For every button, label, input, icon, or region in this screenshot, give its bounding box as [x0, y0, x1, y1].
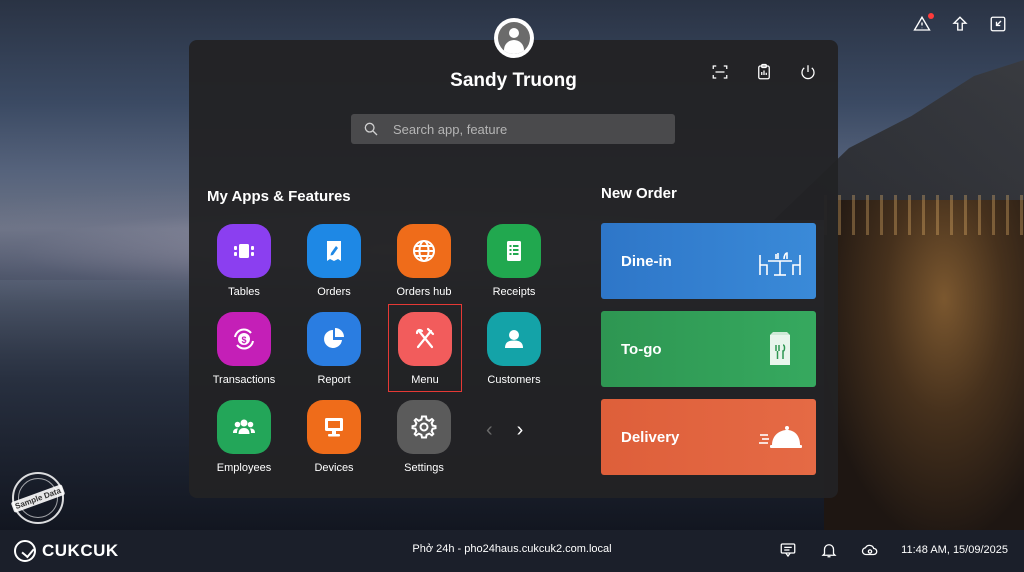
search-icon: [364, 122, 378, 136]
dine-in-icon: [759, 252, 801, 276]
new-order-title: New Order: [601, 185, 677, 202]
app-receipts[interactable]: Receipts: [469, 224, 559, 304]
delivery-button[interactable]: Delivery: [601, 399, 816, 475]
chevron-right-icon[interactable]: ›: [517, 420, 524, 440]
warning-icon[interactable]: [912, 13, 934, 34]
app-label: Transactions: [212, 374, 276, 386]
search-input[interactable]: [393, 121, 663, 137]
gear-icon: [397, 400, 451, 454]
app-employees[interactable]: Employees: [199, 400, 289, 480]
search-bar[interactable]: [351, 114, 675, 144]
brand-logo-icon: [14, 540, 36, 562]
sample-data-label: Sample Data: [10, 483, 66, 513]
app-settings[interactable]: Settings: [379, 400, 469, 480]
bell-icon[interactable]: [820, 541, 838, 559]
app-label: Receipts: [492, 286, 536, 298]
app-label: Orders: [317, 286, 351, 298]
app-report[interactable]: Report: [289, 312, 379, 392]
receipt-icon: [487, 224, 541, 278]
background-lights: [824, 195, 1024, 235]
brand-name: CUKCUK: [42, 541, 119, 560]
upload-icon[interactable]: [950, 14, 970, 34]
employees-icon: [217, 400, 271, 454]
exit-fullscreen-icon[interactable]: [988, 14, 1008, 34]
message-icon[interactable]: [779, 541, 797, 559]
fork-knife-icon: [398, 312, 452, 366]
notification-dot: [928, 13, 934, 19]
app-customers[interactable]: Customers: [469, 312, 559, 392]
power-icon[interactable]: [798, 62, 818, 82]
app-label: Menu: [411, 374, 439, 386]
app-label: Orders hub: [396, 286, 452, 298]
bag-icon: [770, 332, 790, 365]
chevron-left-icon[interactable]: ‹: [486, 420, 493, 440]
scan-icon[interactable]: [710, 62, 730, 82]
globe-icon: [397, 224, 451, 278]
app-pager: ‹ ›: [486, 420, 523, 440]
customer-icon: [487, 312, 541, 366]
cloche-icon: [759, 426, 802, 448]
app-orders[interactable]: Orders: [289, 224, 379, 304]
app-tables[interactable]: Tables: [199, 224, 289, 304]
bottom-icons: [779, 541, 879, 559]
to-go-button[interactable]: To-go: [601, 311, 816, 387]
avatar[interactable]: [494, 18, 534, 58]
app-devices[interactable]: Devices: [289, 400, 379, 480]
monitor-icon: [307, 400, 361, 454]
app-label: Settings: [404, 462, 444, 474]
app-orders-hub[interactable]: Orders hub: [379, 224, 469, 304]
order-label: Delivery: [621, 428, 680, 446]
svg-text:$: $: [241, 335, 246, 345]
brand-logo: CUKCUK: [14, 540, 119, 562]
money-icon: $: [217, 312, 271, 366]
panel-actions: [710, 62, 818, 82]
top-status-icons: [912, 13, 1008, 34]
app-label: Report: [317, 374, 351, 386]
app-menu[interactable]: Menu: [388, 304, 462, 392]
pie-chart-icon: [307, 312, 361, 366]
app-transactions[interactable]: $ Transactions: [199, 312, 289, 392]
orders-icon: [307, 224, 361, 278]
app-label: Devices: [314, 462, 354, 474]
sample-data-badge: Sample Data: [10, 472, 66, 524]
background-terrace: [824, 200, 1024, 530]
cloud-sync-icon[interactable]: [861, 541, 879, 559]
dine-in-button[interactable]: Dine-in: [601, 223, 816, 299]
clock: 11:48 AM, 15/09/2025: [901, 544, 1008, 556]
bottom-bar: CUKCUK Phở 24h - pho24haus.cukcuk2.com.l…: [0, 530, 1024, 572]
tables-icon: [217, 224, 271, 278]
app-label: Tables: [228, 286, 260, 298]
clipboard-icon[interactable]: [754, 62, 774, 82]
apps-section-title: My Apps & Features: [207, 188, 351, 205]
order-label: To-go: [621, 340, 662, 358]
user-icon: [498, 22, 530, 54]
order-label: Dine-in: [621, 252, 672, 270]
app-label: Employees: [216, 462, 272, 474]
app-label: Customers: [487, 374, 541, 386]
